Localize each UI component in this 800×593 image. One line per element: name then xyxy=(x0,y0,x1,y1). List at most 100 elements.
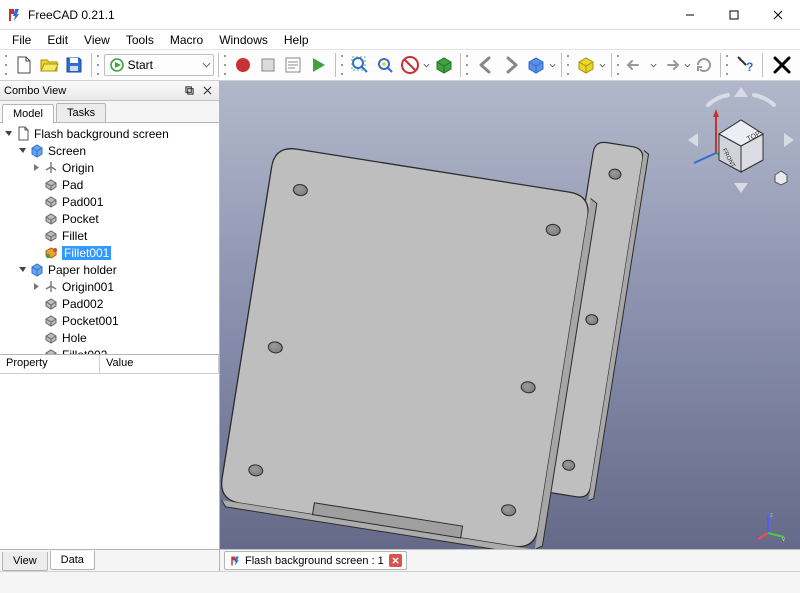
tree-feature-row[interactable]: Pad xyxy=(0,176,219,193)
tree-feature-row[interactable]: Origin001 xyxy=(0,278,219,295)
whats-this-button[interactable]: ? xyxy=(733,52,758,78)
tree-feature-label: Hole xyxy=(62,331,87,345)
tree-body-row[interactable]: Screen xyxy=(0,142,219,159)
viewport-3d[interactable]: TOP FRONT z y xyxy=(220,81,800,549)
start-workbench-icon xyxy=(110,58,124,72)
macro-record-button[interactable] xyxy=(230,52,255,78)
macro-stop-button[interactable] xyxy=(255,52,280,78)
tree-feature-label: Fillet001 xyxy=(62,246,111,260)
zoom-selection-button[interactable] xyxy=(372,52,397,78)
tree-feature-row[interactable]: Fillet002 xyxy=(0,346,219,355)
toolbar-grip-icon[interactable] xyxy=(566,54,572,76)
close-document-button[interactable] xyxy=(767,52,796,78)
save-document-button[interactable] xyxy=(62,52,87,78)
menu-macro[interactable]: Macro xyxy=(162,32,211,48)
toolbar-separator xyxy=(460,53,461,77)
measure-dropdown[interactable] xyxy=(599,52,608,78)
combo-view-titlebar[interactable]: Combo View xyxy=(0,81,219,101)
measure-button[interactable] xyxy=(574,52,599,78)
tree-expand-icon[interactable] xyxy=(30,162,42,174)
toolbar-grip-icon[interactable] xyxy=(340,54,346,76)
navcube-arrow-left-icon xyxy=(688,133,698,147)
tree-feature-row[interactable]: Origin xyxy=(0,159,219,176)
tree-expand-icon[interactable] xyxy=(30,281,42,293)
refresh-button[interactable] xyxy=(691,52,716,78)
tree-feature-row[interactable]: Pocket xyxy=(0,210,219,227)
drawstyle-button[interactable] xyxy=(397,52,422,78)
body-icon xyxy=(29,143,45,159)
document-tab-close-button[interactable] xyxy=(389,554,402,567)
toolbar-separator xyxy=(762,53,763,77)
macro-list-button[interactable] xyxy=(281,52,306,78)
pad-icon xyxy=(43,228,59,244)
workbench-selector[interactable]: Start xyxy=(104,54,214,76)
tree-feature-row[interactable]: Fillet xyxy=(0,227,219,244)
undo-dropdown[interactable] xyxy=(649,52,658,78)
panel-close-button[interactable] xyxy=(199,83,215,99)
toolbar-grip-icon[interactable] xyxy=(4,54,10,76)
tree-collapse-icon[interactable] xyxy=(16,145,28,157)
menu-edit[interactable]: Edit xyxy=(39,32,76,48)
open-document-button[interactable] xyxy=(37,52,62,78)
redo-dropdown[interactable] xyxy=(683,52,692,78)
menu-tools[interactable]: Tools xyxy=(118,32,162,48)
zoom-fit-button[interactable] xyxy=(347,52,372,78)
pad-icon xyxy=(43,211,59,227)
tree-feature-row[interactable]: Pocket001 xyxy=(0,312,219,329)
tree-feature-label: Fillet002 xyxy=(62,348,107,356)
tree-body-row[interactable]: Paper holder xyxy=(0,261,219,278)
svg-text:z: z xyxy=(770,513,773,519)
toolbar-grip-icon[interactable] xyxy=(616,54,622,76)
window-minimize-button[interactable] xyxy=(668,0,712,30)
nav-back-button[interactable] xyxy=(473,52,498,78)
model-tree[interactable]: Flash background screen Screen Origin Pa… xyxy=(0,123,219,355)
status-bar xyxy=(0,571,800,593)
tab-tasks[interactable]: Tasks xyxy=(56,103,106,122)
property-body xyxy=(0,374,219,549)
tree-feature-row[interactable]: Fillet001 xyxy=(0,244,219,261)
window-maximize-button[interactable] xyxy=(712,0,756,30)
window-title: FreeCAD 0.21.1 xyxy=(28,8,668,22)
property-header-name[interactable]: Property xyxy=(0,355,100,373)
svg-text:y: y xyxy=(782,537,785,541)
nav-forward-button[interactable] xyxy=(498,52,523,78)
svg-text:?: ? xyxy=(746,60,753,74)
undo-button[interactable] xyxy=(624,52,649,78)
isometric-view-dropdown[interactable] xyxy=(548,52,557,78)
drawstyle-dropdown[interactable] xyxy=(423,52,432,78)
navcube-arrow-right-icon xyxy=(784,133,794,147)
new-document-button[interactable] xyxy=(12,52,37,78)
tree-document-label: Flash background screen xyxy=(34,127,169,141)
tree-collapse-icon[interactable] xyxy=(16,264,28,276)
macro-run-button[interactable] xyxy=(306,52,331,78)
navigation-cube[interactable]: TOP FRONT xyxy=(686,85,796,195)
tree-document-row[interactable]: Flash background screen xyxy=(0,125,219,142)
toolbar-grip-icon[interactable] xyxy=(725,54,731,76)
window-close-button[interactable] xyxy=(756,0,800,30)
tab-model[interactable]: Model xyxy=(2,104,54,123)
isometric-view-button[interactable] xyxy=(523,52,548,78)
toolbar-grip-icon[interactable] xyxy=(465,54,471,76)
tab-view[interactable]: View xyxy=(2,552,48,571)
navcube-arrow-up-icon xyxy=(734,87,748,97)
bounding-box-button[interactable] xyxy=(431,52,456,78)
tree-feature-row[interactable]: Pad002 xyxy=(0,295,219,312)
menu-help[interactable]: Help xyxy=(276,32,317,48)
document-tab[interactable]: Flash background screen : 1 xyxy=(224,551,407,570)
main-toolbar: Start xyxy=(0,49,800,81)
pad-icon xyxy=(43,347,59,356)
property-header-value[interactable]: Value xyxy=(100,355,219,373)
tree-collapse-icon[interactable] xyxy=(2,128,14,140)
menu-file[interactable]: File xyxy=(4,32,39,48)
tree-feature-row[interactable]: Pad001 xyxy=(0,193,219,210)
window-titlebar: FreeCAD 0.21.1 xyxy=(0,0,800,30)
toolbar-grip-icon[interactable] xyxy=(96,54,102,76)
document-tab-label: Flash background screen : 1 xyxy=(245,555,384,567)
tab-data[interactable]: Data xyxy=(50,551,95,570)
panel-float-button[interactable] xyxy=(181,83,197,99)
menu-view[interactable]: View xyxy=(76,32,118,48)
tree-feature-row[interactable]: Hole xyxy=(0,329,219,346)
menu-windows[interactable]: Windows xyxy=(211,32,276,48)
redo-button[interactable] xyxy=(658,52,683,78)
toolbar-grip-icon[interactable] xyxy=(223,54,229,76)
